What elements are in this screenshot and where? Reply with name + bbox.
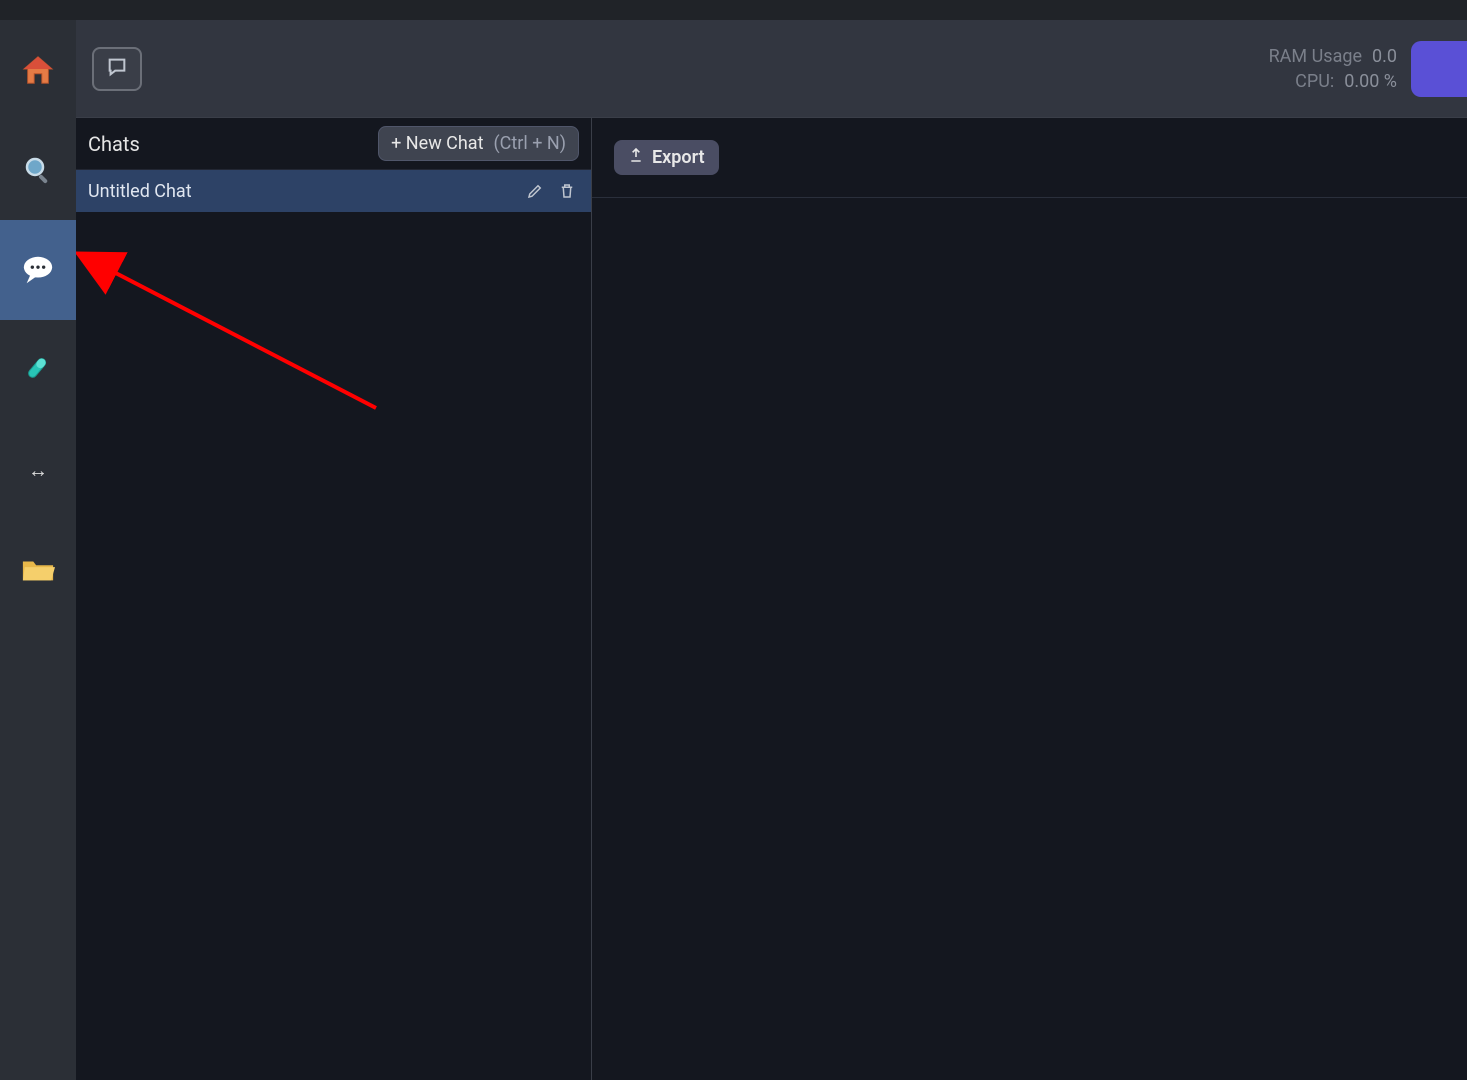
- chat-outline-icon: [106, 56, 128, 82]
- export-button[interactable]: Export: [614, 140, 719, 175]
- chat-item[interactable]: Untitled Chat: [76, 170, 591, 212]
- window-titlebar: [0, 0, 1467, 20]
- resize-horizontal-icon: ↔: [21, 453, 55, 487]
- new-chat-label: + New Chat: [391, 133, 483, 154]
- export-label: Export: [652, 147, 705, 168]
- chat-icon: [21, 253, 55, 287]
- ram-label: RAM Usage: [1269, 46, 1362, 67]
- home-icon: [21, 53, 55, 87]
- folder-icon: [21, 553, 55, 587]
- search-icon: [21, 153, 55, 187]
- chat-toggle-button[interactable]: [92, 47, 142, 91]
- content-row: Chats + New Chat (Ctrl + N) Untitled Cha…: [76, 118, 1467, 1080]
- rail-resize[interactable]: ↔: [0, 420, 76, 520]
- chat-list: Untitled Chat: [76, 170, 591, 1080]
- topbar: RAM Usage 0.0 CPU: 0.00 %: [76, 20, 1467, 118]
- rail-chat[interactable]: [0, 220, 76, 320]
- ram-value: 0.0: [1372, 46, 1397, 67]
- app-root: ↔ RAM Us: [0, 20, 1467, 1080]
- main-pane: Export: [592, 118, 1467, 1080]
- rail-search[interactable]: [0, 120, 76, 220]
- chats-panel: Chats + New Chat (Ctrl + N) Untitled Cha…: [76, 118, 592, 1080]
- sidebar-rail: ↔: [0, 20, 76, 1080]
- lab-icon: [21, 353, 55, 387]
- resource-stats: RAM Usage 0.0 CPU: 0.00 %: [1269, 46, 1397, 92]
- new-chat-button[interactable]: + New Chat (Ctrl + N): [378, 126, 579, 161]
- chats-header: Chats + New Chat (Ctrl + N): [76, 118, 591, 170]
- right-panel-button[interactable]: [1411, 41, 1467, 97]
- edit-icon[interactable]: [523, 179, 547, 203]
- new-chat-shortcut: (Ctrl + N): [494, 133, 567, 154]
- export-icon: [628, 147, 644, 168]
- rail-lab[interactable]: [0, 320, 76, 420]
- rail-folder[interactable]: [0, 520, 76, 620]
- chats-title: Chats: [88, 132, 366, 156]
- main-pane-toolbar: Export: [592, 118, 1467, 198]
- cpu-label: CPU:: [1295, 71, 1334, 92]
- rail-home[interactable]: [0, 20, 76, 120]
- cpu-value: 0.00 %: [1344, 71, 1397, 92]
- chat-item-title: Untitled Chat: [88, 181, 515, 202]
- trash-icon[interactable]: [555, 179, 579, 203]
- main-area: RAM Usage 0.0 CPU: 0.00 % Chats + New Ch…: [76, 20, 1467, 1080]
